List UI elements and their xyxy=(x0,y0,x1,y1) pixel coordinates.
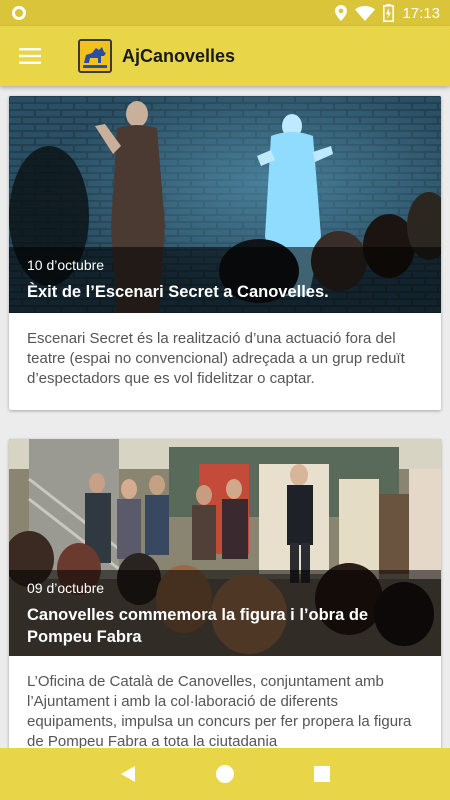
news-caption: 10 d’octubre Èxit de l’Escenari Secret a… xyxy=(9,247,441,313)
news-card[interactable]: 10 d’octubre Èxit de l’Escenari Secret a… xyxy=(9,96,441,410)
nav-bar xyxy=(0,748,450,800)
battery-charging-icon xyxy=(383,4,395,22)
home-circle-icon[interactable] xyxy=(205,754,245,794)
wifi-icon xyxy=(355,5,376,21)
app-title: AjCanovelles xyxy=(122,45,236,66)
news-image: 10 d’octubre Èxit de l’Escenari Secret a… xyxy=(9,96,441,313)
back-triangle-icon[interactable] xyxy=(108,754,148,794)
news-date: 10 d’octubre xyxy=(27,257,105,273)
news-card[interactable]: 09 d’octubre Canovelles commemora la fig… xyxy=(9,439,441,748)
location-icon xyxy=(335,5,348,21)
status-time: 17:13 xyxy=(402,4,440,22)
news-summary: L’Oficina de Català de Canovelles, conju… xyxy=(27,673,412,748)
status-bar: 17:13 xyxy=(0,0,450,26)
news-caption: 09 d’octubre Canovelles commemora la fig… xyxy=(9,570,441,656)
news-summary: Escenari Secret és la realització d’una … xyxy=(27,330,405,387)
news-title[interactable]: Canovelles commemora la figura i l’obra … xyxy=(27,604,423,648)
news-image: 09 d’octubre Canovelles commemora la fig… xyxy=(9,439,441,656)
news-feed[interactable]: 10 d’octubre Èxit de l’Escenari Secret a… xyxy=(0,86,450,748)
canovelles-logo-icon xyxy=(78,39,112,73)
news-date: 09 d’octubre xyxy=(27,580,105,596)
news-title[interactable]: Èxit de l’Escenari Secret a Canovelles. xyxy=(27,281,423,303)
recents-square-icon[interactable] xyxy=(302,754,342,794)
notification-circle-icon xyxy=(12,6,26,20)
hamburger-menu-icon[interactable] xyxy=(0,26,60,86)
app-bar: AjCanovelles xyxy=(0,26,450,86)
